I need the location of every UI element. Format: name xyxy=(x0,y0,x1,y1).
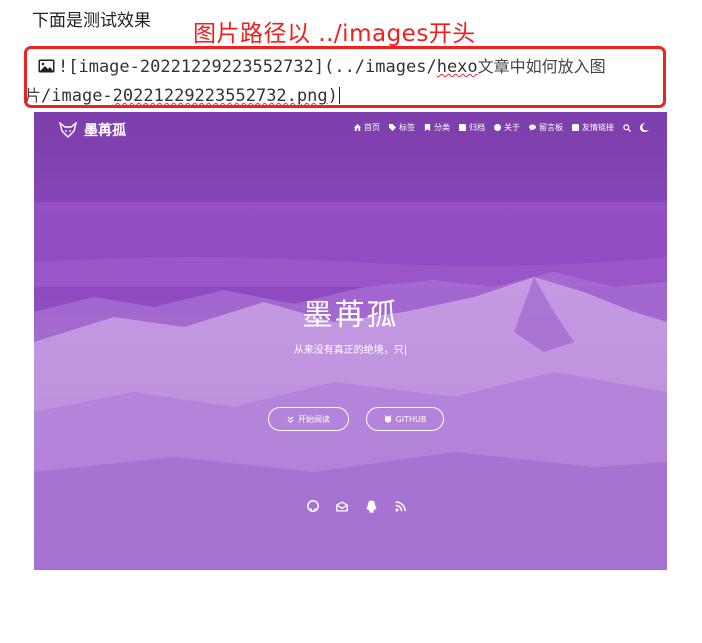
blog-nav: 首页 标签 分类 归档 关于 留言板 友情链接 xyxy=(354,122,649,133)
nav-search[interactable] xyxy=(623,123,631,132)
logo-text: 墨苒孤 xyxy=(84,123,126,139)
nav-item-about[interactable]: 关于 xyxy=(494,122,520,133)
social-qq[interactable] xyxy=(365,500,377,513)
start-reading-label: 开始阅读 xyxy=(298,414,330,424)
search-icon xyxy=(623,123,631,132)
markdown-word-hexo: hexo xyxy=(436,57,478,77)
github-icon xyxy=(307,500,319,512)
nav-item-home[interactable]: 首页 xyxy=(354,122,380,133)
blog-preview-image: 墨苒孤 首页 标签 分类 归档 关于 留言板 友情链接 墨苒孤 从来没有真正的绝… xyxy=(34,112,667,570)
image-icon xyxy=(38,59,55,73)
start-reading-button[interactable]: 开始阅读 xyxy=(268,407,349,431)
markdown-editor-box[interactable]: ![image-20221229223552732](../images/hex… xyxy=(24,46,666,108)
nav-label: 分类 xyxy=(434,123,450,132)
github-icon xyxy=(384,415,392,423)
text-cursor xyxy=(338,87,340,104)
markdown-cjk-2: 片 xyxy=(25,86,42,105)
social-github[interactable] xyxy=(307,500,319,512)
markdown-line-1: ![image-20221229223552732](../images/hex… xyxy=(38,53,606,77)
github-button[interactable]: GITHUB xyxy=(366,407,444,431)
chevrons-down-icon xyxy=(287,415,294,423)
user-icon xyxy=(494,124,501,131)
social-rss[interactable] xyxy=(394,500,406,512)
markdown-cjk-1: 文章中如何放入图 xyxy=(477,57,606,76)
nav-item-archive[interactable]: 归档 xyxy=(459,122,485,133)
markdown-prefix: ![image-20221229223552732](../images/ xyxy=(58,57,437,77)
fox-logo-icon xyxy=(59,122,77,138)
github-label: GITHUB xyxy=(395,414,427,424)
nav-label: 友情链接 xyxy=(582,123,614,132)
archive-icon xyxy=(459,124,466,131)
nav-label: 关于 xyxy=(504,123,520,132)
home-icon xyxy=(354,124,361,131)
caption-text: 下面是测试效果 xyxy=(32,11,151,31)
comments-icon xyxy=(529,124,536,131)
nav-label: 首页 xyxy=(364,123,380,132)
nav-label: 归档 xyxy=(469,123,485,132)
social-links xyxy=(307,500,406,513)
site-subtitle: 从来没有真正的绝境，只| xyxy=(293,345,408,356)
nav-item-tags[interactable]: 标签 xyxy=(389,122,415,133)
markdown-close: ) xyxy=(327,86,338,106)
annotation-note: 图片路径以 ../images开头 xyxy=(193,21,476,47)
site-title: 墨苒孤 xyxy=(302,298,399,333)
blog-logo[interactable]: 墨苒孤 xyxy=(59,120,126,140)
tag-icon xyxy=(389,124,396,131)
moon-icon xyxy=(640,123,649,132)
social-mail[interactable] xyxy=(336,500,348,512)
nav-label: 留言板 xyxy=(539,123,563,132)
bookmark-icon xyxy=(424,124,431,131)
markdown-line-2: 片/image-20221229223552732.png) xyxy=(25,82,340,106)
mail-icon xyxy=(336,500,348,511)
link-icon xyxy=(572,124,579,131)
nav-item-links[interactable]: 友情链接 xyxy=(572,122,614,133)
nav-item-guestbook[interactable]: 留言板 xyxy=(529,122,563,133)
nav-label: 标签 xyxy=(399,123,415,132)
markdown-filename: 20221229223552732.png xyxy=(112,86,328,106)
nav-darkmode[interactable] xyxy=(640,123,649,132)
markdown-path: /image- xyxy=(41,86,113,106)
qq-icon xyxy=(366,500,376,513)
rss-icon xyxy=(395,500,406,511)
nav-item-categories[interactable]: 分类 xyxy=(424,122,450,133)
